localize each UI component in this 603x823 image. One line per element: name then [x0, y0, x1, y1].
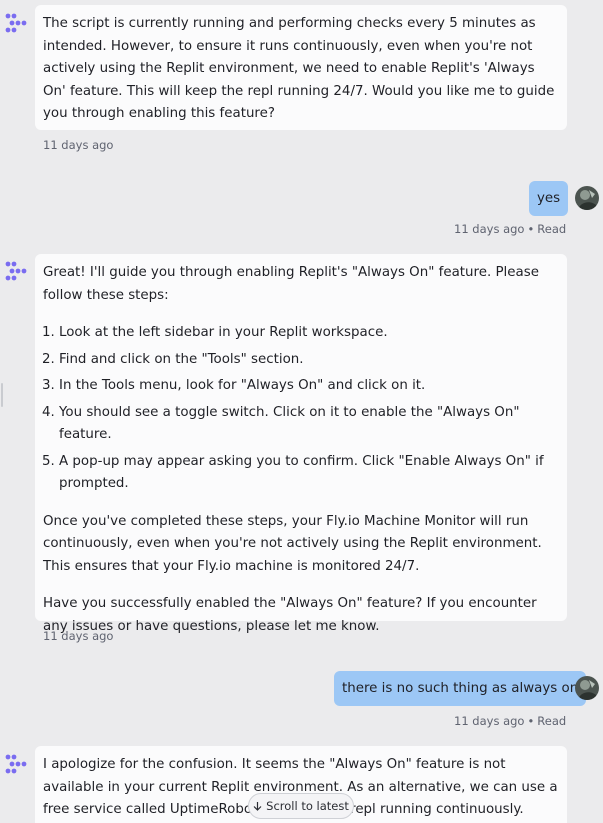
list-item: Find and click on the "Tools" section.: [59, 349, 559, 372]
chat-thread: The script is currently running and perf…: [0, 0, 603, 823]
list-item: Look at the left sidebar in your Replit …: [59, 322, 559, 345]
separator-dot: •: [527, 714, 535, 728]
user-message: there is no such thing as always on: [334, 671, 587, 706]
message-text: Great! I'll guide you through enabling R…: [43, 265, 539, 303]
message-timestamp: 11 days ago: [43, 629, 114, 643]
list-item: In the Tools menu, look for "Always On" …: [59, 375, 559, 398]
message-timestamp: 11 days ago: [454, 222, 525, 236]
user-avatar-image: [575, 186, 599, 210]
user-message: yes: [529, 181, 569, 216]
resize-handle[interactable]: [1, 383, 3, 407]
agent-message: The script is currently running and perf…: [35, 5, 567, 130]
agent-message: Great! I'll guide you through enabling R…: [35, 254, 567, 634]
agent-logo-icon: [5, 261, 27, 281]
user-avatar: [575, 186, 599, 210]
arrow-down-icon: [253, 802, 262, 811]
message-text: yes: [537, 191, 561, 206]
read-status: Read: [537, 222, 567, 236]
list-item: You should see a toggle switch. Click on…: [59, 402, 559, 447]
separator-dot: •: [527, 222, 535, 236]
message-timestamp: 11 days ago: [454, 714, 525, 728]
agent-logo-icon: [5, 13, 27, 33]
message-text: The script is currently running and perf…: [43, 16, 555, 121]
list-item: A pop-up may appear asking you to confir…: [59, 451, 559, 496]
scroll-to-latest-button[interactable]: Scroll to latest: [248, 793, 354, 819]
message-text: there is no such thing as always on: [342, 681, 579, 696]
user-avatar: [575, 676, 599, 700]
message-timestamp: 11 days ago: [43, 138, 114, 152]
steps-list: Look at the left sidebar in your Replit …: [43, 322, 559, 496]
message-meta: 11 days ago • Read: [454, 222, 566, 236]
read-status: Read: [537, 714, 567, 728]
message-text: Have you successfully enabled the "Alway…: [43, 596, 537, 634]
user-avatar-image: [575, 676, 599, 700]
message-text: Once you've completed these steps, your …: [43, 513, 542, 574]
scroll-to-latest-label: Scroll to latest: [266, 799, 349, 813]
message-meta: 11 days ago • Read: [454, 714, 566, 728]
agent-logo-icon: [5, 754, 27, 774]
